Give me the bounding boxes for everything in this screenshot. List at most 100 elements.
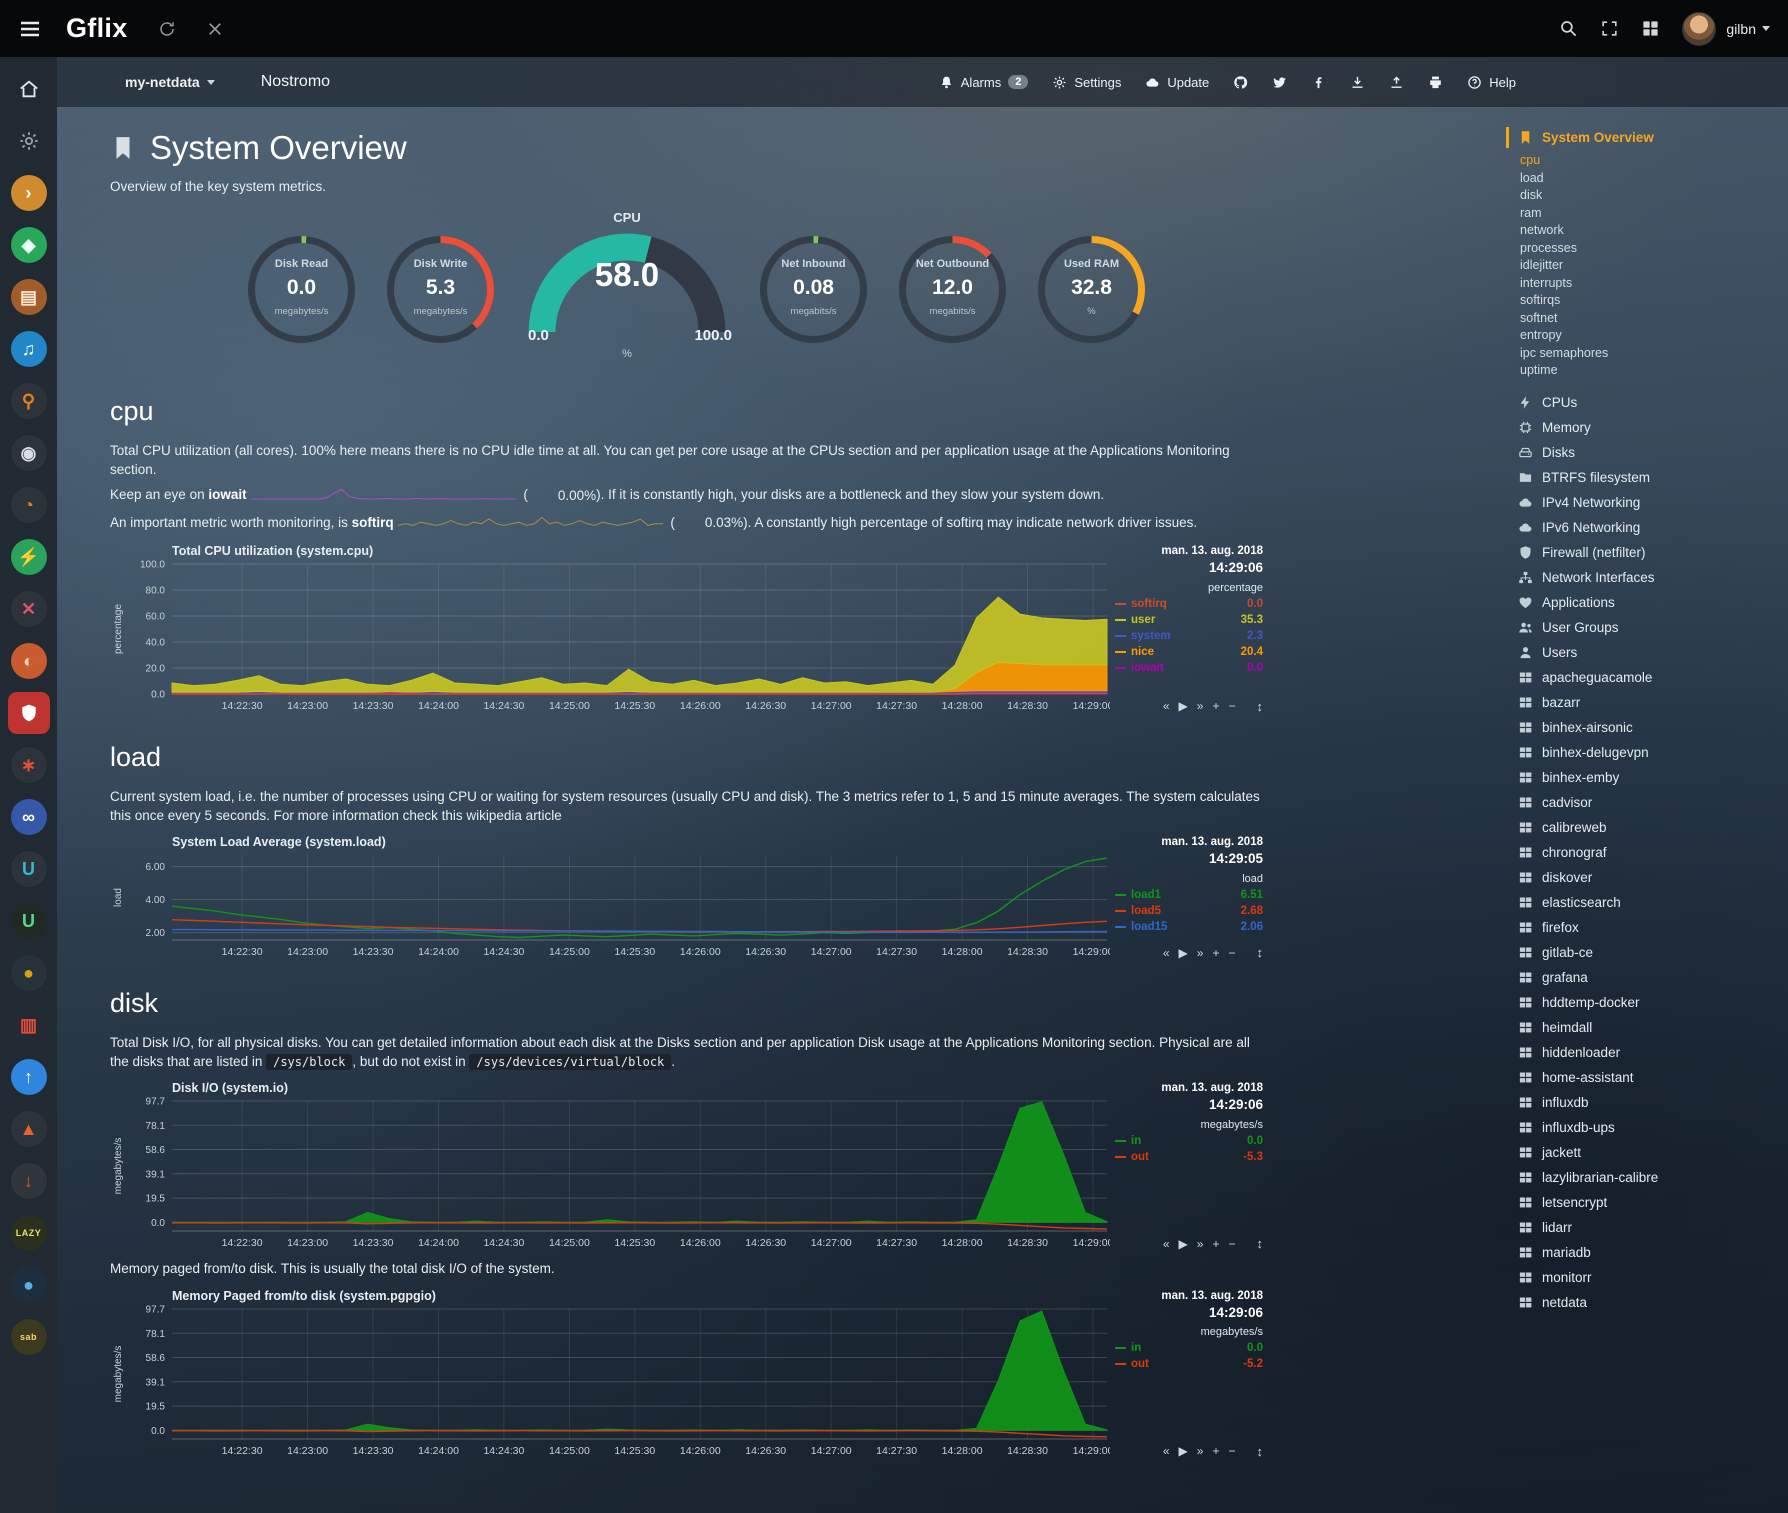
menu-item-ipv6-networking[interactable]: IPv6 Networking bbox=[1518, 515, 1780, 540]
menu-item-ipv4-networking[interactable]: IPv4 Networking bbox=[1518, 490, 1780, 515]
menu-item-bazarr[interactable]: bazarr bbox=[1518, 690, 1780, 715]
chart-skip-forward-button[interactable]: » bbox=[1197, 1444, 1204, 1458]
sidebar-app-downloader[interactable]: ↓ bbox=[0, 1155, 57, 1207]
chart-zoom-in-button[interactable]: + bbox=[1212, 699, 1219, 713]
submenu-item-idlejitter[interactable]: idlejitter bbox=[1520, 257, 1780, 275]
submenu-item-softnet[interactable]: softnet bbox=[1520, 310, 1780, 328]
legend-item-load15[interactable]: load152.06 bbox=[1115, 919, 1263, 935]
chart-play-button[interactable]: ▶ bbox=[1179, 1444, 1188, 1458]
sidebar-app-airsonic[interactable]: ♫ bbox=[0, 323, 57, 375]
sidebar-app-tautulli[interactable]: ● bbox=[0, 947, 57, 999]
menu-item-hiddenloader[interactable]: hiddenloader bbox=[1518, 1040, 1780, 1065]
sidebar-app-netdata-shield[interactable] bbox=[0, 687, 57, 739]
menu-item-chronograf[interactable]: chronograf bbox=[1518, 840, 1780, 865]
menu-item-mariadb[interactable]: mariadb bbox=[1518, 1240, 1780, 1265]
menu-item-firewall-netfilter[interactable]: Firewall (netfilter) bbox=[1518, 540, 1780, 565]
sidebar-app-orange-chevron[interactable]: › bbox=[0, 167, 57, 219]
menu-item-user-groups[interactable]: User Groups bbox=[1518, 615, 1780, 640]
gauge-cpu[interactable]: CPU58.00.0100.0% bbox=[522, 210, 732, 360]
menu-item-cpus[interactable]: CPUs bbox=[1518, 390, 1780, 415]
menu-item-heimdall[interactable]: heimdall bbox=[1518, 1015, 1780, 1040]
chart-zoom-in-button[interactable]: + bbox=[1212, 1237, 1219, 1251]
legend-item-iowait[interactable]: iowait0.0 bbox=[1115, 660, 1263, 676]
hamburger-menu-icon[interactable] bbox=[18, 17, 42, 41]
submenu-item-load[interactable]: load bbox=[1520, 170, 1780, 188]
submenu-item-entropy[interactable]: entropy bbox=[1520, 327, 1780, 345]
sidebar-app-books[interactable]: ▤ bbox=[0, 271, 57, 323]
chart-zoom-in-button[interactable]: + bbox=[1212, 1444, 1219, 1458]
legend-item-load5[interactable]: load52.68 bbox=[1115, 903, 1263, 919]
menu-item-firefox[interactable]: firefox bbox=[1518, 915, 1780, 940]
sidebar-app-sabnzbd[interactable]: sab bbox=[0, 1311, 57, 1363]
submenu-item-ipc-semaphores[interactable]: ipc semaphores bbox=[1520, 345, 1780, 363]
search-icon[interactable] bbox=[1559, 19, 1578, 38]
gauge-disk-write[interactable]: Disk Write5.3megabytes/s bbox=[383, 232, 498, 347]
chart-canvas[interactable]: 97.778.158.639.119.50.014:22:3014:23:001… bbox=[110, 1097, 1115, 1253]
chart-skip-back-button[interactable]: « bbox=[1163, 1237, 1170, 1251]
menu-item-jackett[interactable]: jackett bbox=[1518, 1140, 1780, 1165]
chart-play-button[interactable]: ▶ bbox=[1179, 699, 1188, 713]
chart-skip-forward-button[interactable]: » bbox=[1197, 1237, 1204, 1251]
sidebar-app-unifi[interactable]: U bbox=[0, 843, 57, 895]
print-button[interactable] bbox=[1428, 75, 1443, 90]
sidebar-settings[interactable] bbox=[0, 115, 57, 167]
menu-item-influxdb-ups[interactable]: influxdb-ups bbox=[1518, 1115, 1780, 1140]
sidebar-app-equalizer[interactable]: ▥ bbox=[0, 999, 57, 1051]
submenu-item-network[interactable]: network bbox=[1520, 222, 1780, 240]
menu-item-binhex-emby[interactable]: binhex-emby bbox=[1518, 765, 1780, 790]
alarms-button[interactable]: Alarms 2 bbox=[939, 75, 1029, 90]
menu-item-letsencrypt[interactable]: letsencrypt bbox=[1518, 1190, 1780, 1215]
chart-zoom-in-button[interactable]: + bbox=[1212, 946, 1219, 960]
submenu-item-processes[interactable]: processes bbox=[1520, 240, 1780, 258]
menu-item-network-interfaces[interactable]: Network Interfaces bbox=[1518, 565, 1780, 590]
menu-item-binhex-airsonic[interactable]: binhex-airsonic bbox=[1518, 715, 1780, 740]
sidebar-app-bazarr[interactable]: ◉ bbox=[0, 427, 57, 479]
menu-item-grafana[interactable]: grafana bbox=[1518, 965, 1780, 990]
legend-item-out[interactable]: out-5.3 bbox=[1115, 1149, 1263, 1165]
submenu-item-disk[interactable]: disk bbox=[1520, 187, 1780, 205]
menu-item-system-overview[interactable]: System Overview bbox=[1518, 125, 1780, 150]
close-icon[interactable] bbox=[206, 20, 224, 38]
chart-skip-back-button[interactable]: « bbox=[1163, 1444, 1170, 1458]
menu-item-apacheguacamole[interactable]: apacheguacamole bbox=[1518, 665, 1780, 690]
sidebar-app-ombi[interactable]: ∞ bbox=[0, 791, 57, 843]
sidebar-app-green-diamond[interactable]: ◆ bbox=[0, 219, 57, 271]
legend-item-user[interactable]: user35.3 bbox=[1115, 612, 1263, 628]
help-button[interactable]: Help bbox=[1467, 75, 1516, 90]
menu-item-lazylibrarian-calibre[interactable]: lazylibrarian-calibre bbox=[1518, 1165, 1780, 1190]
sidebar-app-ring[interactable]: ◔ bbox=[0, 479, 57, 531]
menu-item-users[interactable]: Users bbox=[1518, 640, 1780, 665]
chart-skip-back-button[interactable]: « bbox=[1163, 699, 1170, 713]
avatar[interactable] bbox=[1682, 12, 1716, 46]
chart-canvas[interactable]: 6.004.002.0014:22:3014:23:0014:23:3014:2… bbox=[110, 851, 1115, 962]
chart-resize-handle[interactable]: ↕ bbox=[1257, 699, 1264, 714]
export-snapshot-button[interactable] bbox=[1350, 75, 1365, 90]
server-dropdown[interactable]: my-netdata bbox=[125, 74, 215, 90]
legend-item-in[interactable]: in0.0 bbox=[1115, 1340, 1263, 1356]
sidebar-app-cadvisor[interactable]: ⚡ bbox=[0, 531, 57, 583]
submenu-item-uptime[interactable]: uptime bbox=[1520, 362, 1780, 380]
legend-item-softirq[interactable]: softirq0.0 bbox=[1115, 596, 1263, 612]
menu-item-gitlab-ce[interactable]: gitlab-ce bbox=[1518, 940, 1780, 965]
refresh-icon[interactable] bbox=[158, 20, 176, 38]
sidebar-app-drop[interactable]: ● bbox=[0, 1259, 57, 1311]
submenu-item-ram[interactable]: ram bbox=[1520, 205, 1780, 223]
wikipedia-link[interactable]: wikipedia article bbox=[466, 808, 561, 823]
menu-item-cadvisor[interactable]: cadvisor bbox=[1518, 790, 1780, 815]
sidebar-app-upload-tile[interactable]: ↑ bbox=[0, 1051, 57, 1103]
gauge-disk-read[interactable]: Disk Read0.0megabytes/s bbox=[244, 232, 359, 347]
menu-item-disks[interactable]: Disks bbox=[1518, 440, 1780, 465]
submenu-item-cpu[interactable]: cpu bbox=[1520, 152, 1780, 170]
menu-item-lidarr[interactable]: lidarr bbox=[1518, 1215, 1780, 1240]
legend-item-out[interactable]: out-5.2 bbox=[1115, 1356, 1263, 1372]
chart-skip-forward-button[interactable]: » bbox=[1197, 699, 1204, 713]
menu-item-binhex-delugevpn[interactable]: binhex-delugevpn bbox=[1518, 740, 1780, 765]
sidebar-app-gitlab[interactable]: ▲ bbox=[0, 1103, 57, 1155]
menu-item-elasticsearch[interactable]: elasticsearch bbox=[1518, 890, 1780, 915]
chart-resize-handle[interactable]: ↕ bbox=[1257, 945, 1264, 960]
legend-item-nice[interactable]: nice20.4 bbox=[1115, 644, 1263, 660]
menu-item-home-assistant[interactable]: home-assistant bbox=[1518, 1065, 1780, 1090]
menu-item-btrfs-filesystem[interactable]: BTRFS filesystem bbox=[1518, 465, 1780, 490]
menu-item-hddtemp-docker[interactable]: hddtemp-docker bbox=[1518, 990, 1780, 1015]
chart-zoom-out-button[interactable]: − bbox=[1228, 1237, 1235, 1251]
